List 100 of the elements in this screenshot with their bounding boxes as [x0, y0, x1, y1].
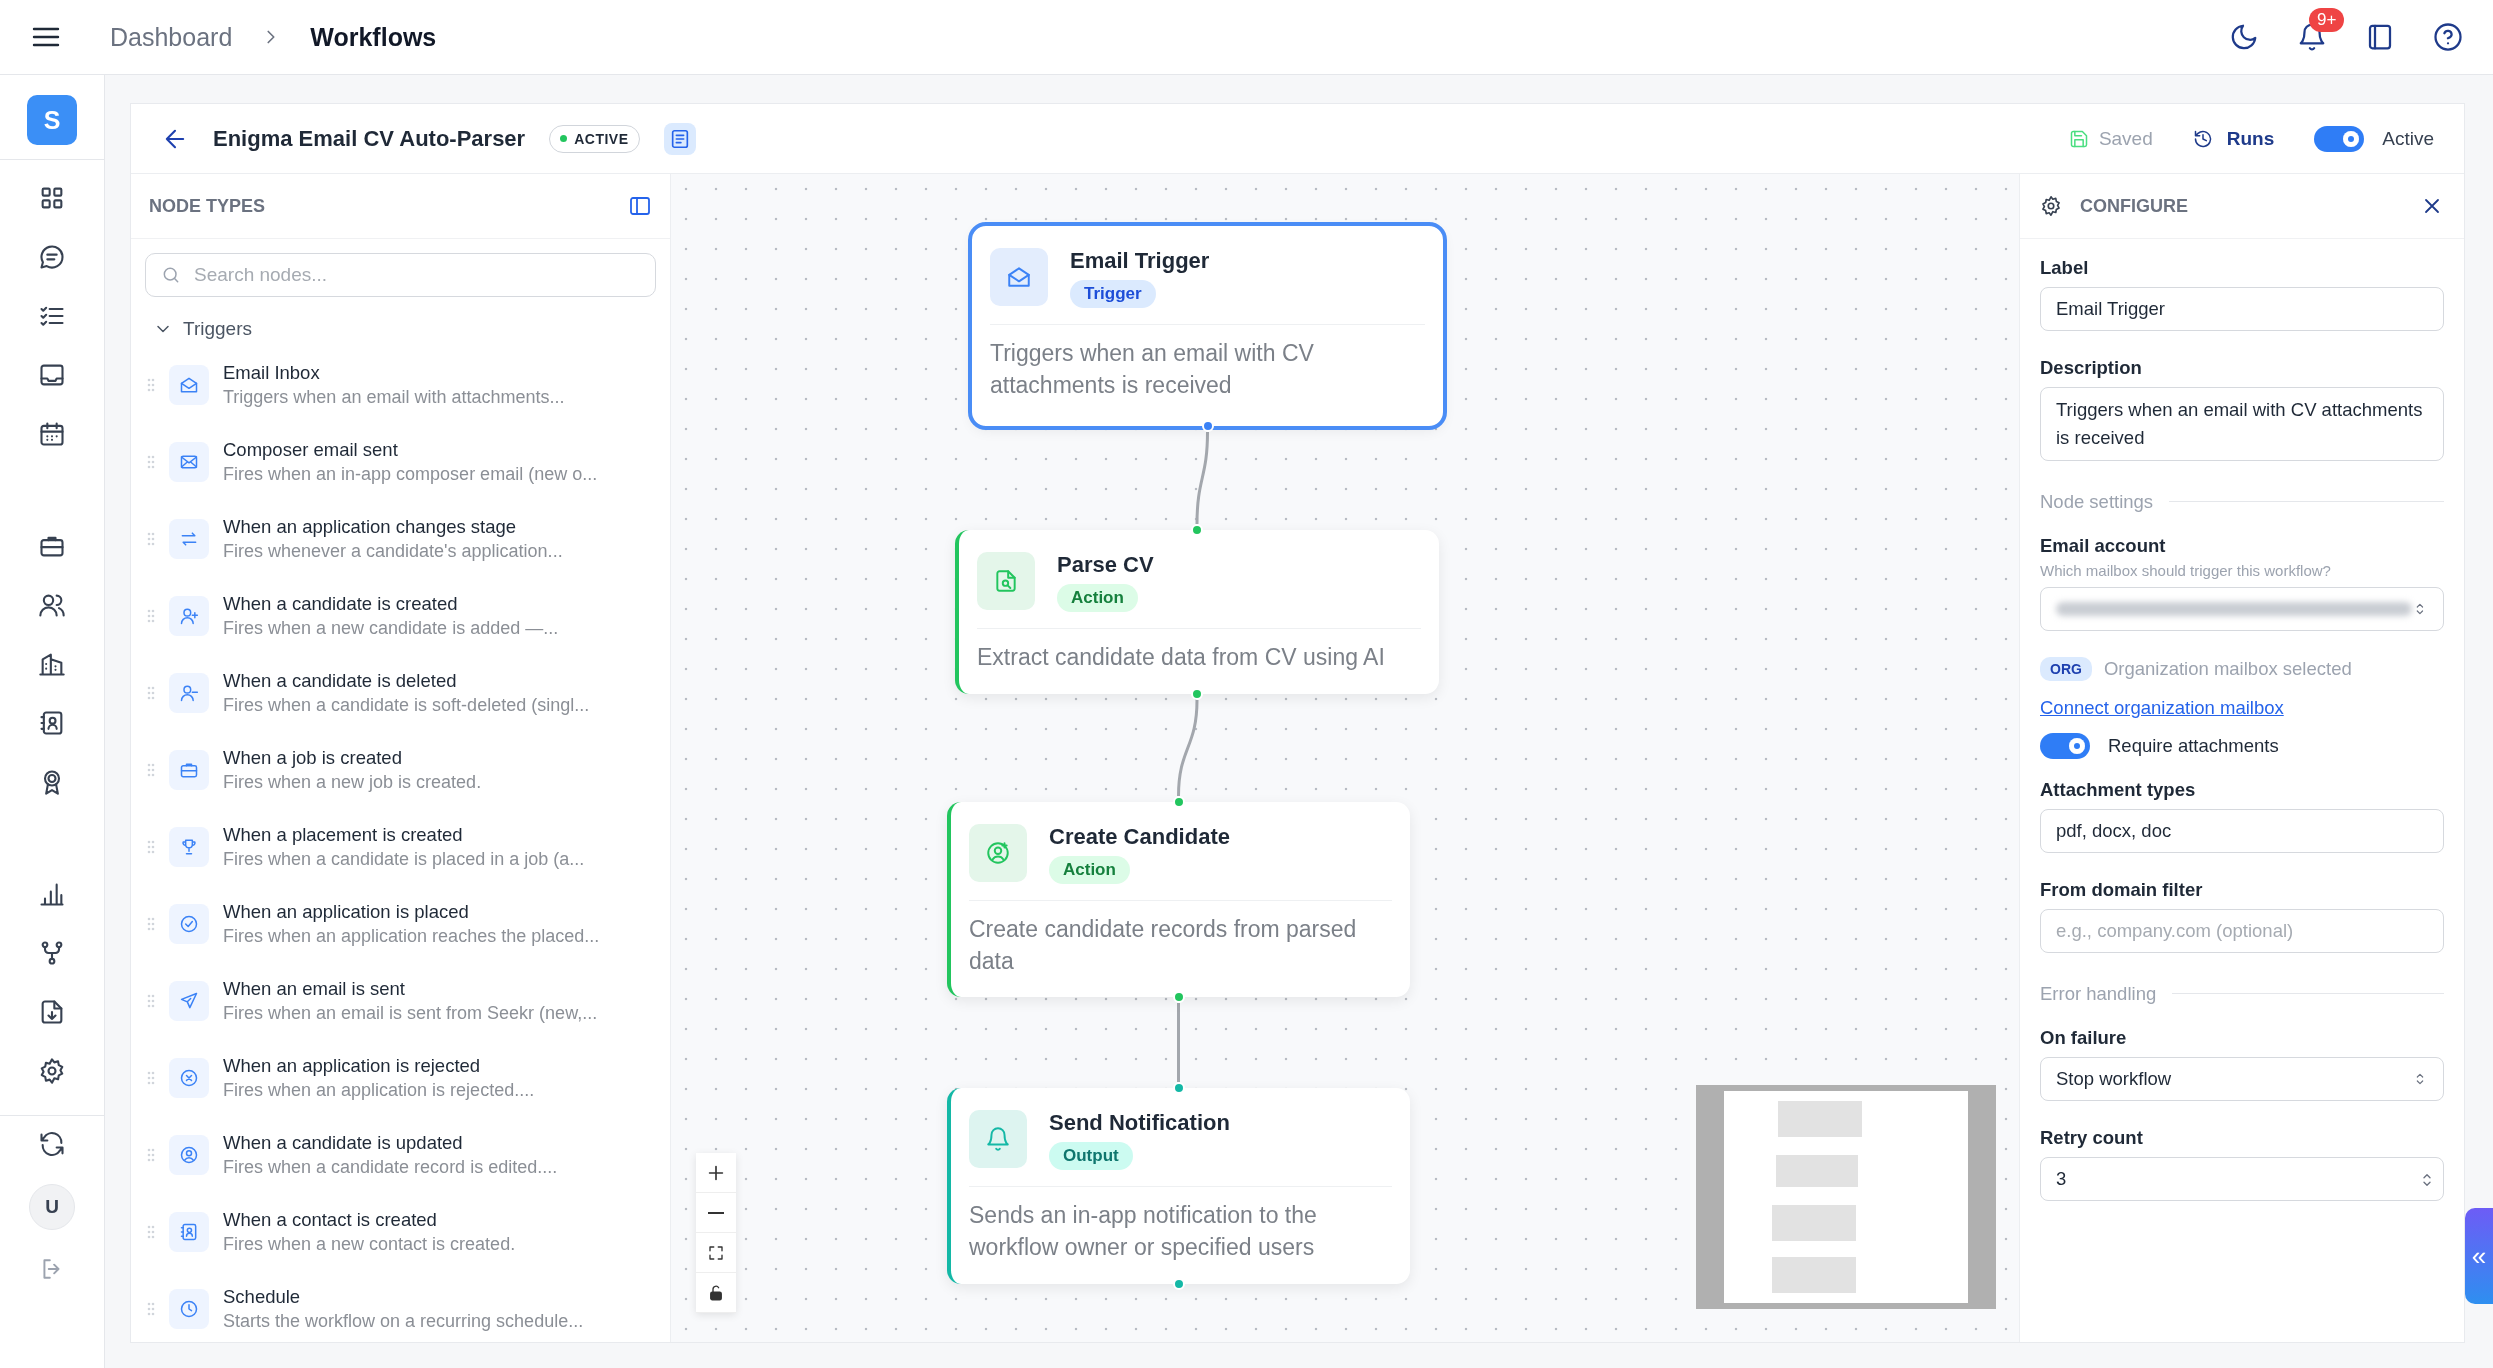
expand-panel-button[interactable]: « — [2465, 1208, 2493, 1304]
saved-status: Saved — [2098, 127, 2153, 150]
drag-handle-icon[interactable] — [147, 377, 155, 392]
node-type-title[interactable]: When an application is rejected — [223, 1054, 535, 1077]
lock-icon — [707, 1283, 725, 1302]
check-circle-icon — [179, 913, 199, 934]
text-area[interactable]: Triggers when an email with CV attachments is received — [2040, 387, 2444, 461]
fit-view-button[interactable] — [696, 1233, 736, 1273]
node-type-tile[interactable] — [169, 903, 209, 944]
drag-handle-icon[interactable] — [147, 1147, 155, 1162]
drag-handle-icon[interactable] — [147, 1301, 155, 1316]
user-plus-icon — [985, 840, 1011, 866]
node-type-title[interactable]: When a contact is created — [223, 1208, 516, 1231]
fit-view-icon — [707, 1243, 725, 1262]
notes-button[interactable] — [663, 122, 696, 155]
field-label: From domain filter — [2040, 878, 2204, 901]
section-heading: Node settings — [2040, 490, 2154, 513]
node-type-tile[interactable] — [169, 749, 209, 790]
node-type-tile[interactable] — [169, 826, 209, 867]
drag-handle-icon[interactable] — [147, 916, 155, 931]
active-toggle[interactable] — [2314, 125, 2365, 152]
node-title: Parse CV — [1057, 552, 1154, 578]
node-type-description: Fires when a candidate is placed in a job (a... — [223, 848, 585, 870]
calendar-icon[interactable] — [38, 420, 66, 448]
node-type-tile[interactable] — [169, 1288, 209, 1329]
sidebar-toggle-icon[interactable] — [628, 194, 652, 218]
minimap[interactable] — [1696, 1085, 1996, 1309]
drag-handle-icon[interactable] — [147, 762, 155, 777]
search-field[interactable]: Search nodes... — [145, 253, 656, 297]
node-type-tile[interactable] — [169, 980, 209, 1021]
node-type-tile[interactable] — [169, 1211, 209, 1252]
toggle-switch[interactable] — [2040, 732, 2090, 759]
drag-handle-icon[interactable] — [147, 608, 155, 623]
drag-handle-icon[interactable] — [147, 454, 155, 469]
node-type-title[interactable]: When an application is placed — [223, 900, 600, 923]
settings-icon — [2040, 195, 2062, 217]
node-type-title[interactable]: When a job is created — [223, 746, 482, 769]
node-type-title[interactable]: When an application changes stage — [223, 515, 563, 538]
node-type-tile[interactable] — [169, 672, 209, 713]
drag-handle-icon[interactable] — [147, 839, 155, 854]
clock-icon — [179, 1298, 199, 1319]
toggle-label: Require attachments — [2108, 734, 2279, 757]
save-icon — [2068, 128, 2089, 149]
node-type-tile[interactable] — [169, 1057, 209, 1098]
zoom-in-button[interactable] — [696, 1153, 736, 1193]
runs-button[interactable]: Runs — [2186, 126, 2281, 151]
node-type-title[interactable]: Email Inbox — [223, 361, 565, 384]
input-field[interactable]: Email Trigger — [2040, 287, 2444, 331]
drag-handle-icon[interactable] — [147, 1224, 155, 1239]
chat-icon[interactable] — [38, 243, 66, 271]
lock-button[interactable] — [696, 1273, 736, 1313]
node-type-title[interactable]: When an email is sent — [223, 977, 598, 1000]
workflow-node[interactable]: Send Notification Output Sends an in-app notification to the workflow owner or specified users — [947, 1088, 1410, 1284]
node-type-tile[interactable] — [169, 441, 209, 482]
moon-icon[interactable] — [2229, 22, 2259, 52]
workflow-node[interactable]: Create Candidate Action Create candidate records from parsed data — [947, 802, 1410, 997]
select-field[interactable] — [2040, 586, 2444, 631]
number-field[interactable]: 3 — [2040, 1156, 2444, 1201]
input-field[interactable]: e.g., company.com (optional) — [2040, 908, 2444, 953]
node-type-title[interactable]: When a candidate is updated — [223, 1131, 558, 1154]
select-field[interactable]: Stop workflow — [2040, 1056, 2444, 1101]
node-type-description: Fires when a new contact is created. — [223, 1233, 516, 1255]
handle-dot[interactable] — [1172, 1082, 1185, 1094]
node-type-description: Starts the workflow on a recurring schedule... — [223, 1310, 584, 1332]
handle-dot[interactable] — [1191, 524, 1203, 536]
node-type-tile[interactable] — [169, 1134, 209, 1175]
node-type-tile[interactable] — [169, 364, 209, 405]
connect-link[interactable]: Connect organization mailbox — [2040, 696, 2284, 719]
node-type-title[interactable]: When a candidate is created — [223, 592, 559, 615]
settings-icon[interactable] — [38, 1057, 66, 1085]
field-label: Label — [2040, 257, 2090, 279]
breadcrumb-link[interactable]: Dashboard — [110, 22, 233, 52]
field-label: On failure — [2040, 1026, 2128, 1049]
drag-handle-icon[interactable] — [147, 685, 155, 700]
drag-handle-icon[interactable] — [147, 993, 155, 1008]
node-type-title[interactable]: Composer email sent — [223, 438, 598, 461]
node-type-description: Triggers when an email with attachments... — [223, 386, 565, 408]
node-type-tile[interactable] — [169, 518, 209, 559]
node-type-description: Fires when a candidate record is edited.... — [223, 1156, 558, 1178]
drag-handle-icon[interactable] — [147, 1070, 155, 1085]
node-type-badge: Action — [1049, 856, 1130, 884]
node-type-tile[interactable] — [169, 595, 209, 636]
org-tag: ORG — [2040, 656, 2092, 681]
group-header[interactable]: Triggers — [147, 317, 654, 341]
breadcrumb-link[interactable]: Workflows — [310, 22, 437, 52]
input-field[interactable]: pdf, docx, doc — [2040, 808, 2444, 853]
drag-handle-icon[interactable] — [147, 531, 155, 546]
help-icon[interactable] — [2433, 22, 2463, 52]
workflow-node[interactable]: Parse CV Action Extract candidate data from CV using AI — [955, 530, 1439, 694]
field-label: Email account — [2040, 534, 2167, 557]
node-type-title[interactable]: Schedule — [223, 1285, 584, 1308]
field-hint: Which mailbox should trigger this workflow? — [2040, 561, 2332, 579]
node-type-badge: Action — [1057, 584, 1138, 612]
node-description: Extract candidate data from CV using AI — [977, 643, 1386, 672]
node-type-title[interactable]: When a placement is created — [223, 823, 585, 846]
node-description: Triggers when an email with CV attachments is received — [990, 339, 1315, 401]
refresh-icon[interactable] — [38, 1130, 66, 1158]
handle-dot[interactable] — [1172, 796, 1185, 808]
user-avatar[interactable]: U — [29, 1184, 75, 1230]
node-type-title[interactable]: When a candidate is deleted — [223, 669, 590, 692]
